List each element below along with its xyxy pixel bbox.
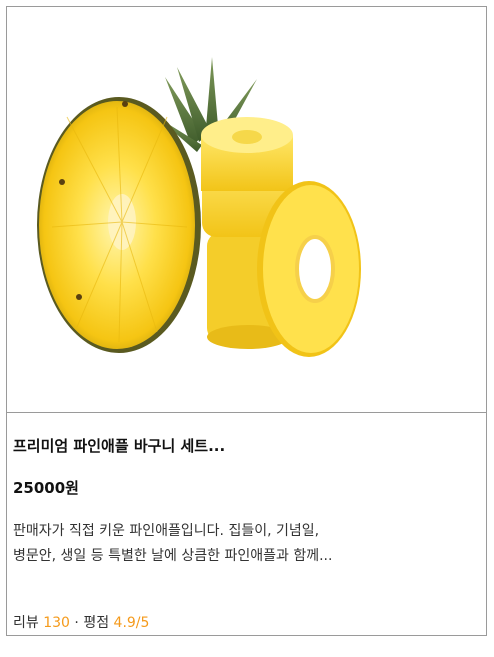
pineapple-image [37, 57, 361, 357]
pineapple-ring-standing [257, 181, 361, 357]
stats-separator: · [74, 615, 79, 631]
product-price: 25000원 [13, 479, 79, 497]
product-image[interactable] [7, 7, 486, 413]
product-card[interactable]: 프리미엄 파인애플 바구니 세트... 25000원 판매자가 직접 키운 파인… [6, 6, 487, 636]
rating-label: 평점 [83, 615, 110, 631]
review-count: 130 [43, 615, 70, 631]
rating-value: 4.9/5 [113, 615, 150, 631]
pineapple-half-slice [37, 97, 201, 353]
review-label: 리뷰 [13, 615, 39, 631]
product-description: 판매자가 직접 키운 파인애플입니다. 집들이, 기념일, 병문안, 생일 등 … [13, 523, 333, 564]
product-stats: 리뷰 130 · 평점 4.9/5 [13, 612, 149, 632]
product-title[interactable]: 프리미엄 파인애플 바구니 세트... [13, 435, 225, 456]
